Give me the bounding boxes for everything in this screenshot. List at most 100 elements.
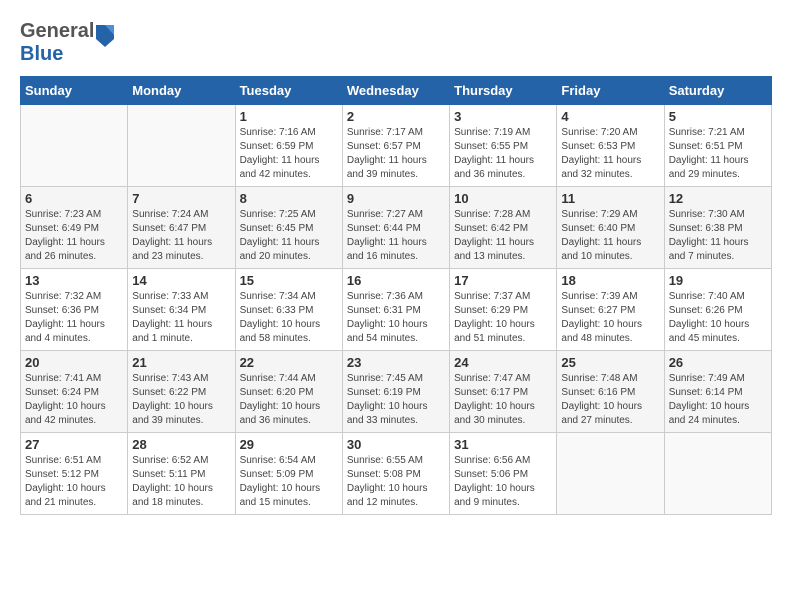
- day-info: Sunrise: 7:30 AM Sunset: 6:38 PM Dayligh…: [669, 208, 767, 264]
- day-number: 23: [347, 355, 445, 370]
- day-info: Sunrise: 6:55 AM Sunset: 5:08 PM Dayligh…: [347, 454, 445, 510]
- day-number: 24: [454, 355, 552, 370]
- calendar-cell: 28Sunrise: 6:52 AM Sunset: 5:11 PM Dayli…: [128, 433, 235, 515]
- day-number: 19: [669, 273, 767, 288]
- day-info: Sunrise: 6:52 AM Sunset: 5:11 PM Dayligh…: [132, 454, 230, 510]
- calendar-cell: 19 Sunrise: 7:40 AM Sunset: 6:26 PM Dayli…: [664, 269, 771, 351]
- calendar-cell: 25Sunrise: 7:48 AM Sunset: 6:16 PM Dayli…: [557, 351, 664, 433]
- day-number: 20: [25, 355, 123, 370]
- day-number: 6: [25, 191, 123, 206]
- day-info: Sunrise: 7:49 AM Sunset: 6:14 PM Dayligh…: [669, 372, 767, 428]
- day-number: 4: [561, 109, 659, 124]
- calendar-week-row: 27Sunrise: 6:51 AM Sunset: 5:12 PM Dayli…: [21, 433, 772, 515]
- weekday-header: Tuesday: [235, 77, 342, 105]
- day-info: Sunrise: 7:45 AM Sunset: 6:19 PM Dayligh…: [347, 372, 445, 428]
- calendar-cell: 3Sunrise: 7:19 AM Sunset: 6:55 PM Daylig…: [450, 105, 557, 187]
- calendar-cell: 22 Sunrise: 7:44 AM Sunset: 6:20 PM Dayli…: [235, 351, 342, 433]
- weekday-header: Sunday: [21, 77, 128, 105]
- day-number: 21: [132, 355, 230, 370]
- day-number: 22: [240, 355, 338, 370]
- calendar-cell: 20 Sunrise: 7:41 AM Sunset: 6:24 PM Dayli…: [21, 351, 128, 433]
- day-info: Sunrise: 6:54 AM Sunset: 5:09 PM Dayligh…: [240, 454, 338, 510]
- calendar-header-row: SundayMondayTuesdayWednesdayThursdayFrid…: [21, 77, 772, 105]
- day-number: 31: [454, 437, 552, 452]
- day-number: 13: [25, 273, 123, 288]
- calendar-cell: 27Sunrise: 6:51 AM Sunset: 5:12 PM Dayli…: [21, 433, 128, 515]
- day-number: 9: [347, 191, 445, 206]
- calendar-cell: 23 Sunrise: 7:45 AM Sunset: 6:19 PM Dayli…: [342, 351, 449, 433]
- calendar-cell: [664, 433, 771, 515]
- day-info: Sunrise: 7:34 AM Sunset: 6:33 PM Dayligh…: [240, 290, 338, 346]
- day-info: Sunrise: 7:36 AM Sunset: 6:31 PM Dayligh…: [347, 290, 445, 346]
- calendar-cell: 17 Sunrise: 7:37 AM Sunset: 6:29 PM Dayli…: [450, 269, 557, 351]
- calendar-cell: [21, 105, 128, 187]
- day-info: Sunrise: 7:37 AM Sunset: 6:29 PM Dayligh…: [454, 290, 552, 346]
- calendar-cell: 14 Sunrise: 7:33 AM Sunset: 6:34 PM Dayli…: [128, 269, 235, 351]
- day-number: 5: [669, 109, 767, 124]
- day-info: Sunrise: 7:19 AM Sunset: 6:55 PM Dayligh…: [454, 126, 552, 182]
- day-info: Sunrise: 7:16 AM Sunset: 6:59 PM Dayligh…: [240, 126, 338, 182]
- calendar-cell: 26 Sunrise: 7:49 AM Sunset: 6:14 PM Dayli…: [664, 351, 771, 433]
- weekday-header: Thursday: [450, 77, 557, 105]
- calendar-cell: 30 Sunrise: 6:55 AM Sunset: 5:08 PM Dayli…: [342, 433, 449, 515]
- day-number: 2: [347, 109, 445, 124]
- weekday-header: Monday: [128, 77, 235, 105]
- day-number: 14: [132, 273, 230, 288]
- calendar-week-row: 1 Sunrise: 7:16 AM Sunset: 6:59 PM Daylig…: [21, 105, 772, 187]
- calendar-cell: 18 Sunrise: 7:39 AM Sunset: 6:27 PM Dayli…: [557, 269, 664, 351]
- calendar-cell: 12 Sunrise: 7:30 AM Sunset: 6:38 PM Dayli…: [664, 187, 771, 269]
- calendar-cell: 16Sunrise: 7:36 AM Sunset: 6:31 PM Dayli…: [342, 269, 449, 351]
- day-info: Sunrise: 7:47 AM Sunset: 6:17 PM Dayligh…: [454, 372, 552, 428]
- day-info: Sunrise: 7:33 AM Sunset: 6:34 PM Dayligh…: [132, 290, 230, 346]
- day-number: 15: [240, 273, 338, 288]
- calendar-cell: 10Sunrise: 7:28 AM Sunset: 6:42 PM Dayli…: [450, 187, 557, 269]
- logo: General Blue: [20, 20, 114, 66]
- calendar-cell: [128, 105, 235, 187]
- day-number: 1: [240, 109, 338, 124]
- day-info: Sunrise: 7:17 AM Sunset: 6:57 PM Dayligh…: [347, 126, 445, 182]
- day-info: Sunrise: 6:56 AM Sunset: 5:06 PM Dayligh…: [454, 454, 552, 510]
- calendar-week-row: 6 Sunrise: 7:23 AM Sunset: 6:49 PM Daylig…: [21, 187, 772, 269]
- calendar-cell: 1 Sunrise: 7:16 AM Sunset: 6:59 PM Daylig…: [235, 105, 342, 187]
- day-number: 18: [561, 273, 659, 288]
- day-info: Sunrise: 7:32 AM Sunset: 6:36 PM Dayligh…: [25, 290, 123, 346]
- day-number: 12: [669, 191, 767, 206]
- day-info: Sunrise: 7:39 AM Sunset: 6:27 PM Dayligh…: [561, 290, 659, 346]
- calendar-cell: 5 Sunrise: 7:21 AM Sunset: 6:51 PM Daylig…: [664, 105, 771, 187]
- calendar-cell: 11 Sunrise: 7:29 AM Sunset: 6:40 PM Dayli…: [557, 187, 664, 269]
- calendar-cell: 9 Sunrise: 7:27 AM Sunset: 6:44 PM Daylig…: [342, 187, 449, 269]
- day-info: Sunrise: 7:48 AM Sunset: 6:16 PM Dayligh…: [561, 372, 659, 428]
- calendar-cell: 8Sunrise: 7:25 AM Sunset: 6:45 PM Daylig…: [235, 187, 342, 269]
- calendar-table: SundayMondayTuesdayWednesdayThursdayFrid…: [20, 76, 772, 515]
- day-number: 29: [240, 437, 338, 452]
- calendar-cell: 15 Sunrise: 7:34 AM Sunset: 6:33 PM Dayli…: [235, 269, 342, 351]
- day-info: Sunrise: 7:24 AM Sunset: 6:47 PM Dayligh…: [132, 208, 230, 264]
- day-number: 30: [347, 437, 445, 452]
- day-info: Sunrise: 7:29 AM Sunset: 6:40 PM Dayligh…: [561, 208, 659, 264]
- day-info: Sunrise: 7:43 AM Sunset: 6:22 PM Dayligh…: [132, 372, 230, 428]
- day-info: Sunrise: 7:20 AM Sunset: 6:53 PM Dayligh…: [561, 126, 659, 182]
- day-info: Sunrise: 7:27 AM Sunset: 6:44 PM Dayligh…: [347, 208, 445, 264]
- day-number: 11: [561, 191, 659, 206]
- weekday-header: Wednesday: [342, 77, 449, 105]
- calendar-cell: 31 Sunrise: 6:56 AM Sunset: 5:06 PM Dayli…: [450, 433, 557, 515]
- weekday-header: Friday: [557, 77, 664, 105]
- day-info: Sunrise: 7:40 AM Sunset: 6:26 PM Dayligh…: [669, 290, 767, 346]
- calendar-week-row: 13 Sunrise: 7:32 AM Sunset: 6:36 PM Dayli…: [21, 269, 772, 351]
- day-info: Sunrise: 7:21 AM Sunset: 6:51 PM Dayligh…: [669, 126, 767, 182]
- calendar-cell: 24 Sunrise: 7:47 AM Sunset: 6:17 PM Dayli…: [450, 351, 557, 433]
- day-info: Sunrise: 7:25 AM Sunset: 6:45 PM Dayligh…: [240, 208, 338, 264]
- calendar-week-row: 20 Sunrise: 7:41 AM Sunset: 6:24 PM Dayli…: [21, 351, 772, 433]
- calendar-cell: 13 Sunrise: 7:32 AM Sunset: 6:36 PM Dayli…: [21, 269, 128, 351]
- calendar-cell: 2 Sunrise: 7:17 AM Sunset: 6:57 PM Daylig…: [342, 105, 449, 187]
- day-info: Sunrise: 7:41 AM Sunset: 6:24 PM Dayligh…: [25, 372, 123, 428]
- day-number: 10: [454, 191, 552, 206]
- day-number: 17: [454, 273, 552, 288]
- day-number: 26: [669, 355, 767, 370]
- day-info: Sunrise: 7:44 AM Sunset: 6:20 PM Dayligh…: [240, 372, 338, 428]
- page-header: General Blue: [20, 20, 772, 66]
- day-info: Sunrise: 7:23 AM Sunset: 6:49 PM Dayligh…: [25, 208, 123, 264]
- calendar-cell: [557, 433, 664, 515]
- calendar-cell: 7Sunrise: 7:24 AM Sunset: 6:47 PM Daylig…: [128, 187, 235, 269]
- calendar-cell: 4 Sunrise: 7:20 AM Sunset: 6:53 PM Daylig…: [557, 105, 664, 187]
